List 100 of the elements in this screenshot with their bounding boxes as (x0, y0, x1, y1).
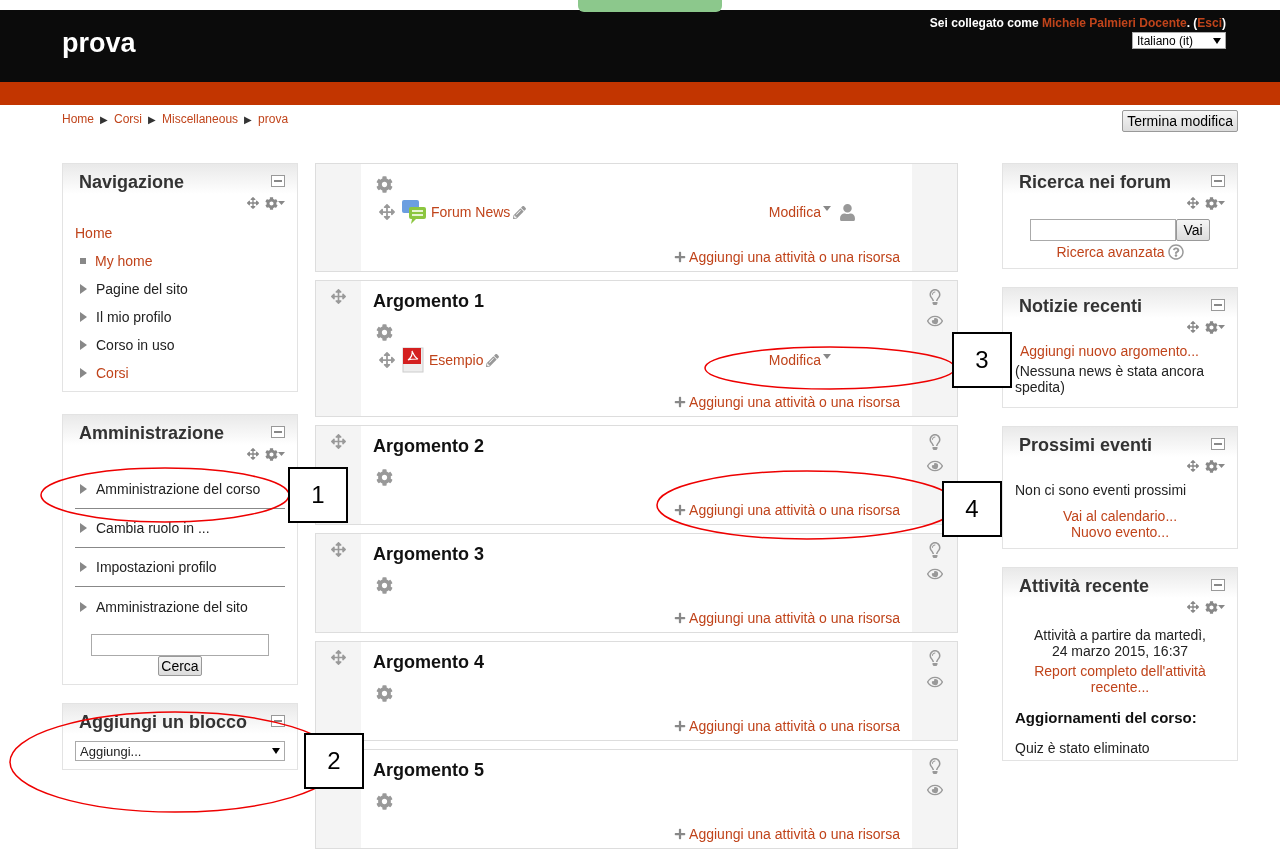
expand-arrow-icon[interactable] (80, 484, 87, 494)
lightbulb-icon[interactable] (926, 434, 943, 450)
collapse-icon[interactable] (271, 175, 285, 187)
move-icon[interactable] (1187, 460, 1199, 472)
gear-menu-icon[interactable] (1205, 196, 1225, 210)
gear-icon[interactable] (376, 469, 393, 486)
breadcrumb-link[interactable]: prova (258, 112, 289, 126)
caret-icon (1213, 38, 1221, 44)
gear-menu-icon[interactable] (265, 447, 285, 461)
edit-title-icon[interactable] (513, 205, 527, 219)
language-select[interactable]: Italiano (it) (1132, 32, 1226, 49)
collapse-icon[interactable] (1211, 579, 1225, 591)
move-icon[interactable] (247, 448, 259, 460)
gear-icon[interactable] (376, 793, 393, 810)
nav-item[interactable]: Il mio profilo (75, 303, 285, 331)
user-link[interactable]: Michele Palmieri Docente (1041, 16, 1187, 30)
gear-icon[interactable] (376, 685, 393, 702)
gear-menu-icon[interactable] (1205, 600, 1225, 614)
expand-arrow-icon[interactable] (80, 312, 87, 322)
eye-icon[interactable] (926, 566, 943, 582)
lightbulb-icon[interactable] (926, 650, 943, 666)
lightbulb-icon[interactable] (926, 542, 943, 558)
block-title: Aggiungi un blocco (79, 712, 247, 733)
collapse-icon[interactable] (271, 715, 285, 727)
add-activity-link[interactable]: Aggiungi una attività o una risorsa (674, 502, 900, 518)
move-icon[interactable] (379, 204, 395, 220)
logout-link[interactable]: Esci (1197, 16, 1222, 30)
nav-item[interactable]: Pagine del sito (75, 275, 285, 303)
expand-arrow-icon[interactable] (80, 340, 87, 350)
updates-heading: Aggiornamenti del corso: (1015, 709, 1198, 726)
expand-arrow-icon[interactable] (80, 601, 87, 612)
plus-icon (674, 251, 687, 263)
move-icon[interactable] (1187, 601, 1199, 613)
caret-icon[interactable] (823, 353, 831, 359)
admin-item[interactable]: Amministrazione del corso (75, 470, 285, 509)
move-icon[interactable] (331, 434, 346, 449)
edit-mode-button[interactable]: Termina modifica (1122, 110, 1238, 132)
move-icon[interactable] (1187, 321, 1199, 333)
gear-icon[interactable] (376, 324, 393, 341)
search-button[interactable]: Cerca (158, 656, 202, 676)
add-activity-link[interactable]: Aggiungi una attività o una risorsa (674, 610, 900, 626)
collapse-icon[interactable] (1211, 438, 1225, 450)
full-report-link[interactable]: Report completo dell'attività recente... (1015, 663, 1225, 695)
eye-icon[interactable] (926, 458, 943, 474)
user-icon[interactable] (839, 203, 856, 221)
add-activity-link[interactable]: Aggiungi una attività o una risorsa (674, 394, 900, 410)
nav-item[interactable]: My home (75, 247, 285, 275)
activity-link[interactable]: Forum News (431, 204, 511, 220)
search-field[interactable] (91, 634, 269, 656)
admin-item[interactable]: Cambia ruolo in ... (75, 509, 285, 548)
collapse-icon[interactable] (1211, 299, 1225, 311)
gear-menu-icon[interactable] (1205, 459, 1225, 473)
admin-item[interactable]: Impostazioni profilo (75, 548, 285, 587)
eye-icon[interactable] (926, 313, 943, 329)
add-topic-link[interactable]: Aggiungi nuovo argomento... (1020, 343, 1199, 359)
collapse-icon[interactable] (1211, 175, 1225, 187)
caret-icon[interactable] (823, 205, 831, 211)
expand-arrow-icon[interactable] (80, 523, 87, 533)
breadcrumb-link[interactable]: Corsi (114, 112, 143, 126)
eye-icon[interactable] (926, 674, 943, 690)
breadcrumb-separator: ▶ (100, 113, 108, 125)
go-button[interactable]: Vai (1176, 219, 1210, 241)
admin-item[interactable]: Amministrazione del sito (75, 587, 285, 626)
gear-icon[interactable] (376, 176, 393, 193)
edit-menu-link[interactable]: Modifica (768, 352, 821, 368)
event-link[interactable]: Nuovo evento... (1070, 524, 1170, 540)
expand-arrow-icon[interactable] (80, 284, 87, 294)
help-icon[interactable] (1167, 244, 1184, 260)
move-icon[interactable] (247, 197, 259, 209)
breadcrumb-link[interactable]: Miscellaneous (162, 112, 239, 126)
add-activity-link[interactable]: Aggiungi una attività o una risorsa (674, 718, 900, 734)
move-icon[interactable] (331, 289, 346, 304)
advanced-search-link[interactable]: Ricerca avanzata (1056, 244, 1165, 260)
move-icon[interactable] (331, 542, 346, 557)
expand-arrow-icon[interactable] (80, 368, 87, 378)
site-title[interactable]: prova (62, 28, 136, 82)
breadcrumb-link[interactable]: Home (62, 112, 94, 126)
forum-search-field[interactable] (1030, 219, 1177, 241)
add-block-select[interactable]: Aggiungi... (75, 741, 285, 761)
nav-item[interactable]: Corsi (75, 359, 285, 387)
move-icon[interactable] (331, 650, 346, 665)
eye-icon[interactable] (926, 782, 943, 798)
gear-menu-icon[interactable] (265, 196, 285, 210)
nav-item[interactable]: Corso in uso (75, 331, 285, 359)
move-icon[interactable] (1187, 197, 1199, 209)
lightbulb-icon[interactable] (926, 289, 943, 305)
gear-menu-icon[interactable] (1205, 320, 1225, 334)
callout-number: 1 (288, 467, 348, 523)
activity-link[interactable]: Esempio (429, 352, 484, 368)
event-link[interactable]: Vai al calendario... (1062, 508, 1178, 524)
add-activity-link[interactable]: Aggiungi una attività o una risorsa (674, 826, 900, 842)
move-icon[interactable] (379, 352, 395, 368)
expand-arrow-icon[interactable] (80, 562, 87, 572)
add-activity-link[interactable]: Aggiungi una attività o una risorsa (674, 249, 900, 265)
nav-item[interactable]: Home (75, 219, 285, 247)
edit-title-icon[interactable] (486, 353, 500, 367)
empty-message: Non ci sono eventi prossimi (1015, 482, 1188, 498)
edit-menu-link[interactable]: Modifica (768, 204, 821, 220)
collapse-icon[interactable] (271, 426, 285, 438)
gear-icon[interactable] (376, 577, 393, 594)
